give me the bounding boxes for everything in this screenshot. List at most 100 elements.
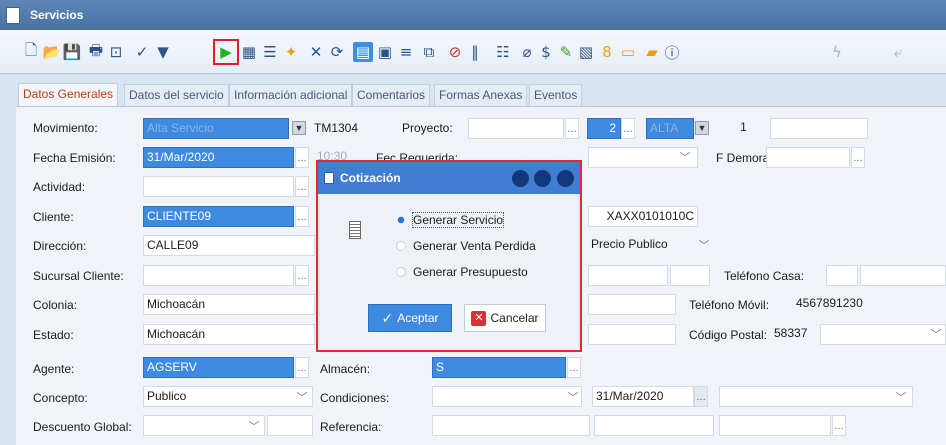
proyecto-estado-select[interactable]: ALTA (646, 118, 694, 139)
tab-formas-anexas[interactable]: Formas Anexas (434, 84, 528, 106)
condiciones-chevron-icon[interactable]: ﹀ (565, 390, 581, 406)
telefono-casa-input[interactable] (860, 265, 946, 286)
proyecto-input[interactable] (468, 118, 564, 139)
copy-icon[interactable]: ⧉ (419, 42, 439, 62)
descuento-chevron-icon[interactable]: ﹀ (246, 419, 262, 435)
f-demora-input[interactable] (766, 147, 850, 168)
proyecto-number-lookup[interactable]: … (621, 118, 635, 139)
referencia-extra-input-2[interactable] (719, 415, 831, 436)
radio-generar-venta-perdida[interactable] (396, 241, 406, 251)
proyecto-lookup-button[interactable]: … (565, 118, 579, 139)
movimiento-dropdown-arrow[interactable]: ▼ (292, 121, 306, 135)
codigo-postal-chevron-icon[interactable]: ﹀ (928, 327, 944, 343)
estado-input[interactable]: Michoacán (143, 324, 315, 345)
minimize-button[interactable] (512, 170, 529, 187)
folder-icon[interactable]: ▭ (618, 42, 638, 62)
sucursal-extra-input[interactable] (588, 265, 668, 286)
referencia-input[interactable] (432, 415, 590, 436)
cancel-button[interactable]: ✕ Cancelar (464, 304, 546, 332)
refresh-icon[interactable]: ⟳ (327, 42, 347, 62)
concepto-select[interactable]: Publico (143, 386, 313, 407)
info-icon[interactable]: ⓘ (662, 42, 682, 62)
rfc-input[interactable]: XAXX0101010C (588, 206, 698, 227)
preview-icon[interactable]: ⊡ (106, 42, 126, 62)
maximize-button[interactable] (534, 170, 551, 187)
agente-lookup-button[interactable]: … (295, 357, 309, 378)
number-icon[interactable]: 8 (597, 42, 617, 62)
vencimiento-chevron-icon[interactable]: ﹀ (893, 390, 909, 406)
option-generar-presupuesto-label[interactable]: Generar Presupuesto (413, 265, 528, 279)
cliente-input[interactable]: CLIENTE09 (143, 206, 294, 227)
vencimiento-picker[interactable]: … (694, 386, 708, 407)
tab-datos-del-servicio[interactable]: Datos del servicio (124, 84, 229, 106)
descuento-value-input[interactable] (267, 415, 313, 436)
f-demora-picker[interactable]: … (851, 147, 865, 168)
fecha-emision-picker[interactable]: … (295, 147, 309, 168)
magic-icon[interactable]: ✦ (281, 42, 301, 62)
new-doc-icon[interactable]: 🗋 (21, 41, 41, 62)
accept-button[interactable]: ✓ Aceptar (368, 304, 452, 332)
tab-informacion-adicional[interactable]: Información adicional (229, 84, 353, 106)
arrow-icon[interactable]: ⤶ (888, 42, 908, 62)
close-x-icon[interactable]: ✕ (306, 42, 326, 62)
referencia-extra-input[interactable] (594, 415, 714, 436)
fec-requerida-chevron-icon[interactable]: ﹀ (677, 150, 693, 166)
form-icon[interactable]: ☰ (260, 42, 280, 62)
proyecto-estado-arrow[interactable]: ▼ (695, 121, 709, 135)
grid-icon[interactable]: ▦ (239, 42, 259, 62)
lista-precio-chevron-icon[interactable]: ﹀ (696, 238, 712, 254)
actividad-lookup-button[interactable]: … (295, 176, 309, 197)
report-icon[interactable]: ▧ (576, 42, 596, 62)
tab-comentarios[interactable]: Comentarios (352, 84, 431, 106)
vencimiento-input[interactable]: 31/Mar/2020 (592, 386, 694, 407)
filter-icon[interactable]: ▼ (153, 42, 173, 62)
price-icon[interactable]: $ (536, 42, 556, 62)
lightning-icon[interactable]: ϟ (827, 42, 847, 62)
tab-eventos[interactable]: Eventos (529, 84, 583, 106)
list-icon[interactable]: ☷ (493, 42, 513, 62)
close-button[interactable] (557, 170, 574, 187)
actividad-input[interactable] (143, 176, 294, 197)
sucursal-cliente-input[interactable] (143, 265, 294, 286)
spellcheck-icon[interactable]: ✓ (132, 42, 152, 62)
detail-view-icon[interactable]: ▣ (375, 42, 395, 62)
telefono-casa-ext[interactable] (826, 265, 858, 286)
edit-icon[interactable]: ✎ (556, 42, 576, 62)
direccion-input[interactable]: CALLE09 (143, 235, 315, 256)
radio-generar-presupuesto[interactable] (396, 267, 406, 277)
proyecto-number[interactable]: 2 (587, 118, 621, 139)
export-icon[interactable]: ▰ (642, 42, 662, 62)
sucursal-lookup-button[interactable]: … (295, 265, 309, 286)
save-icon[interactable]: 💾 (62, 42, 82, 62)
codigo-postal-input[interactable]: 58337 (771, 324, 817, 345)
play-icon[interactable]: ▶ (213, 39, 239, 65)
referencia-lookup-button[interactable]: … (832, 415, 846, 436)
almacen-lookup-button[interactable]: … (567, 357, 581, 378)
fecha-emision-input[interactable]: 31/Mar/2020 (143, 147, 294, 168)
cancel-icon[interactable]: ⊘ (445, 42, 465, 62)
telefono-movil-input[interactable]: 4567891230 (793, 294, 868, 315)
attach-icon[interactable]: ⌀ (517, 42, 537, 62)
list-view-icon[interactable]: ▤ (353, 42, 373, 62)
agente-input[interactable]: AGSERV (143, 357, 294, 378)
tab-datos-generales[interactable]: Datos Generales (18, 83, 119, 107)
proyecto-extra-input[interactable] (770, 118, 868, 139)
window-title: Servicios (30, 8, 84, 22)
barcode-icon[interactable]: ‖ (465, 42, 485, 62)
movimiento-select[interactable]: Alta Servicio (143, 118, 289, 139)
option-generar-venta-perdida-label[interactable]: Generar Venta Perdida (413, 239, 536, 253)
cliente-lookup-button[interactable]: … (295, 206, 309, 227)
option-generar-servicio-label[interactable]: Generar Servicio (411, 212, 505, 228)
concepto-chevron-icon[interactable]: ﹀ (294, 390, 310, 406)
text-view-icon[interactable]: ≡ (396, 42, 416, 62)
open-folder-icon[interactable]: 📂 (42, 42, 62, 62)
print-icon[interactable]: 🖶 (86, 41, 106, 62)
radio-generar-servicio[interactable] (396, 215, 406, 225)
estado-extra-input[interactable] (588, 324, 676, 345)
colonia-extra-input[interactable] (588, 294, 676, 315)
sucursal-extra-input-2[interactable] (670, 265, 710, 286)
almacen-input[interactable]: S (432, 357, 566, 378)
condiciones-select[interactable] (432, 386, 582, 407)
vencimiento-extra-select[interactable] (719, 386, 913, 407)
colonia-input[interactable]: Michoacán (143, 294, 315, 315)
